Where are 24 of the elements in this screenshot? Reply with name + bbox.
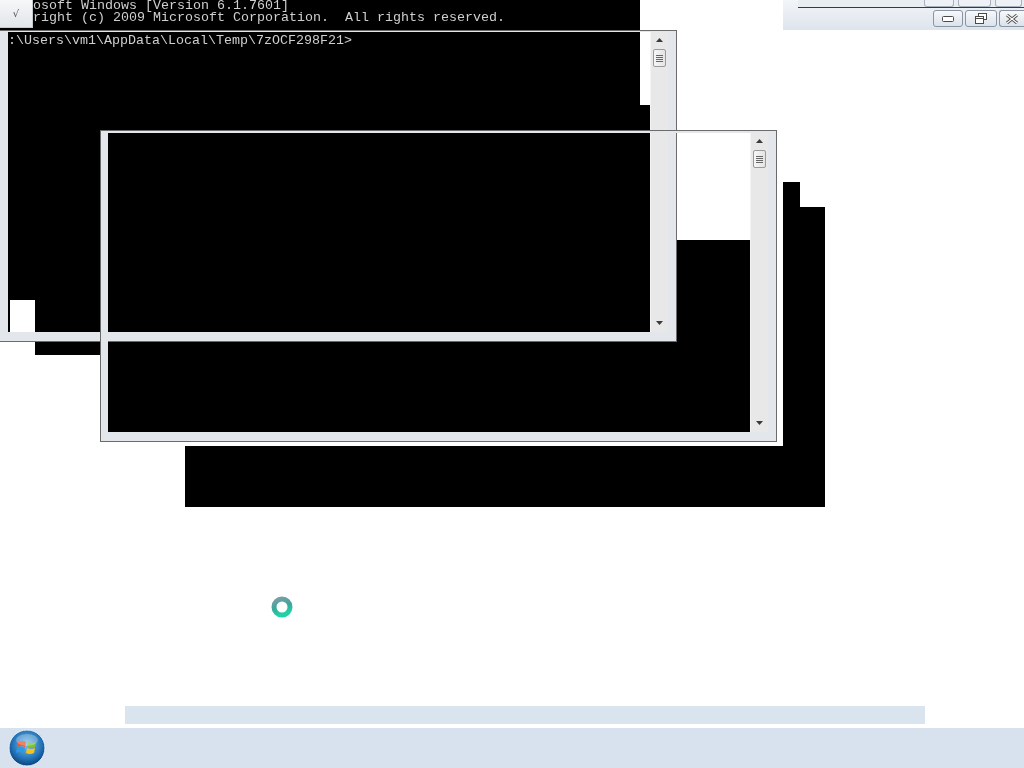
minimize-icon: [942, 15, 954, 22]
scroll-down-arrow-icon[interactable]: [756, 421, 763, 425]
screen-artifact: [35, 342, 100, 355]
screen-artifact: [10, 300, 35, 332]
command-prompt: :\Users\vm1\AppData\Local\Temp\7zOCF298F21>: [8, 35, 352, 47]
restore-button[interactable]: [965, 10, 997, 27]
close-button[interactable]: [999, 10, 1024, 27]
window-menu-button[interactable]: √: [0, 0, 33, 28]
minimize-button[interactable]: [933, 10, 963, 27]
grip-icon: [656, 54, 663, 62]
scroll-up-arrow-icon[interactable]: [656, 38, 663, 42]
console-line: osoft Windows [Version 6.1.7601]: [33, 0, 289, 12]
scrollbar-thumb[interactable]: [753, 150, 766, 168]
console-line: right (c) 2009 Microsoft Corporation. All rights reserved.: [33, 12, 505, 24]
scroll-up-arrow-icon[interactable]: [756, 139, 763, 143]
scrollbar-thumb[interactable]: [653, 49, 666, 67]
scroll-down-arrow-icon[interactable]: [656, 321, 663, 325]
busy-spinner-icon: [271, 596, 293, 618]
scrollbar[interactable]: [750, 133, 768, 432]
restore-icon: [975, 13, 987, 24]
grip-icon: [756, 155, 763, 163]
scrollbar[interactable]: [650, 32, 668, 332]
close-icon: [1006, 13, 1018, 24]
start-button[interactable]: [8, 729, 46, 767]
